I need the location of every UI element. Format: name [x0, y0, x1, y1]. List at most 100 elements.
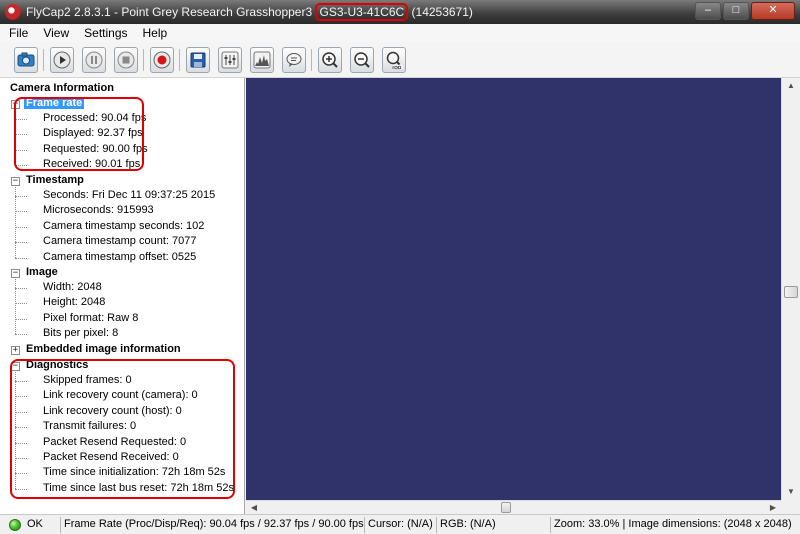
- tree-item[interactable]: Time since initialization: 72h 18m 52s: [15, 466, 235, 481]
- title-prefix: FlyCap2 2.8.3.1 - Point Grey Research Gr…: [26, 5, 316, 19]
- scroll-left-icon[interactable]: ◀: [246, 501, 262, 514]
- histogram-icon: [253, 51, 271, 69]
- tree-item[interactable]: Pixel format: Raw 8: [15, 312, 235, 327]
- tree-item[interactable]: Requested: 90.00 fps: [15, 143, 235, 158]
- tree-title-frame-rate[interactable]: Frame rate: [24, 97, 85, 109]
- tree-item[interactable]: Skipped frames: 0: [15, 374, 235, 389]
- status-state: OK: [27, 518, 43, 530]
- menu-file[interactable]: File: [0, 24, 34, 42]
- zoom-in-icon: [322, 52, 338, 68]
- horizontal-scroll-thumb[interactable]: [501, 502, 511, 513]
- stop-button[interactable]: [114, 47, 138, 73]
- tree-item-label: Microseconds: 915993: [43, 204, 154, 216]
- image-display[interactable]: [246, 78, 781, 500]
- tree-item[interactable]: Time since last bus reset: 72h 18m 52s: [15, 482, 235, 497]
- collapse-icon[interactable]: −: [11, 362, 20, 371]
- tree-item[interactable]: Camera timestamp count: 7077: [15, 235, 235, 250]
- window-title: FlyCap2 2.8.3.1 - Point Grey Research Gr…: [26, 3, 473, 21]
- tree-item[interactable]: Camera timestamp seconds: 102: [15, 220, 235, 235]
- settings-sliders-icon: [221, 51, 239, 69]
- collapse-icon[interactable]: −: [11, 269, 20, 278]
- tree-item-label: Time since last bus reset: 72h 18m 52s: [43, 482, 234, 494]
- toolbar: [0, 42, 800, 78]
- tree-item-label: Camera timestamp count: 7077: [43, 235, 197, 247]
- title-serial: GS3-U3-41C6C: [315, 3, 409, 21]
- tree-item-label: Requested: 90.00 fps: [43, 143, 148, 155]
- scroll-right-icon[interactable]: ▶: [765, 501, 781, 514]
- zoom-out-button[interactable]: [350, 47, 374, 73]
- menu-bar: File View Settings Help: [0, 24, 800, 42]
- scroll-up-icon[interactable]: ▲: [782, 78, 800, 94]
- tree-item-label: Received: 90.01 fps: [43, 158, 141, 170]
- event-statistics-button[interactable]: [282, 47, 306, 73]
- tree-item-label: Width: 2048: [43, 281, 102, 293]
- tree-item-label: Packet Resend Requested: 0: [43, 436, 187, 448]
- tree-item[interactable]: Camera timestamp offset: 0525: [15, 251, 235, 266]
- tree-item-label: Seconds: Fri Dec 11 09:37:25 2015: [43, 189, 216, 201]
- tree-title-timestamp[interactable]: Timestamp: [26, 174, 84, 186]
- tree-item-label: Displayed: 92.37 fps: [43, 127, 143, 139]
- horizontal-scrollbar[interactable]: ◀ ▶: [246, 500, 781, 514]
- tree-title-embedded[interactable]: Embedded image information: [26, 343, 181, 355]
- tree-item[interactable]: Height: 2048: [15, 296, 235, 311]
- tree-item[interactable]: Width: 2048: [15, 281, 235, 296]
- pause-icon: [85, 51, 103, 69]
- tree-item[interactable]: Received: 90.01 fps: [15, 158, 235, 173]
- expand-icon[interactable]: +: [11, 346, 20, 355]
- camera-control-button[interactable]: [218, 47, 242, 73]
- scroll-down-icon[interactable]: ▼: [782, 484, 800, 500]
- zoom-100-button[interactable]: [382, 47, 406, 73]
- tree-header-embedded[interactable]: + Embedded image information: [11, 343, 231, 358]
- tree-title-image[interactable]: Image: [26, 266, 58, 278]
- tree-header-timestamp[interactable]: − Timestamp: [11, 174, 231, 189]
- tree-item[interactable]: Microseconds: 915993: [15, 204, 235, 219]
- zoom-out-icon: [354, 52, 370, 68]
- collapse-icon[interactable]: −: [11, 100, 20, 109]
- tree-item[interactable]: Link recovery count (host): 0: [15, 405, 235, 420]
- app-icon: [5, 4, 21, 20]
- tree-item[interactable]: Link recovery count (camera): 0: [15, 389, 235, 404]
- tree-title-diagnostics[interactable]: Diagnostics: [26, 359, 88, 371]
- tree-item[interactable]: Seconds: Fri Dec 11 09:37:25 2015: [15, 189, 235, 204]
- tree-item[interactable]: Packet Resend Requested: 0: [15, 436, 235, 451]
- close-button[interactable]: ✕: [751, 2, 795, 20]
- menu-view[interactable]: View: [34, 24, 75, 42]
- collapse-icon[interactable]: −: [11, 177, 20, 186]
- camera-select-icon: [17, 52, 35, 67]
- minimize-button[interactable]: –: [695, 2, 721, 20]
- tree-item-label: Height: 2048: [43, 296, 106, 308]
- tree-item-label: Processed: 90.04 fps: [43, 112, 147, 124]
- record-button[interactable]: [150, 47, 174, 73]
- tree-item[interactable]: Processed: 90.04 fps: [15, 112, 235, 127]
- tree-item[interactable]: Transmit failures: 0: [15, 420, 235, 435]
- tree-item[interactable]: Bits per pixel: 8: [15, 327, 235, 342]
- camera-select-button[interactable]: [14, 47, 38, 73]
- scroll-corner: [781, 500, 800, 514]
- tree-item-label: Packet Resend Received: 0: [43, 451, 179, 463]
- vertical-scroll-thumb[interactable]: [784, 286, 798, 298]
- tree-header-frame-rate[interactable]: − Frame rate: [11, 97, 231, 112]
- start-button[interactable]: [50, 47, 74, 73]
- save-button[interactable]: [186, 47, 210, 73]
- title-bar: FlyCap2 2.8.3.1 - Point Grey Research Gr…: [0, 0, 800, 24]
- tree-item[interactable]: Packet Resend Received: 0: [15, 451, 235, 466]
- tree-item-label: Skipped frames: 0: [43, 374, 132, 386]
- tree-item[interactable]: Displayed: 92.37 fps: [15, 127, 235, 142]
- tree-item-label: Pixel format: Raw 8: [43, 312, 139, 324]
- tree-item-label: Link recovery count (host): 0: [43, 405, 182, 417]
- pause-button[interactable]: [82, 47, 106, 73]
- tree-header-diagnostics[interactable]: − Diagnostics: [11, 359, 231, 374]
- maximize-button[interactable]: □: [723, 2, 749, 20]
- zoom-in-button[interactable]: [318, 47, 342, 73]
- status-rgb: RGB: (N/A): [436, 517, 496, 533]
- stop-icon: [117, 51, 135, 69]
- tree-item-label: Time since initialization: 72h 18m 52s: [43, 466, 226, 478]
- start-icon: [53, 51, 71, 69]
- tree-header-image[interactable]: − Image: [11, 266, 231, 281]
- panel-heading: Camera Information: [10, 82, 114, 94]
- histogram-button[interactable]: [250, 47, 274, 73]
- menu-settings[interactable]: Settings: [75, 24, 133, 42]
- event-stats-icon: [286, 53, 302, 67]
- vertical-scrollbar[interactable]: ▲ ▼: [781, 78, 800, 500]
- menu-help[interactable]: Help: [134, 24, 174, 42]
